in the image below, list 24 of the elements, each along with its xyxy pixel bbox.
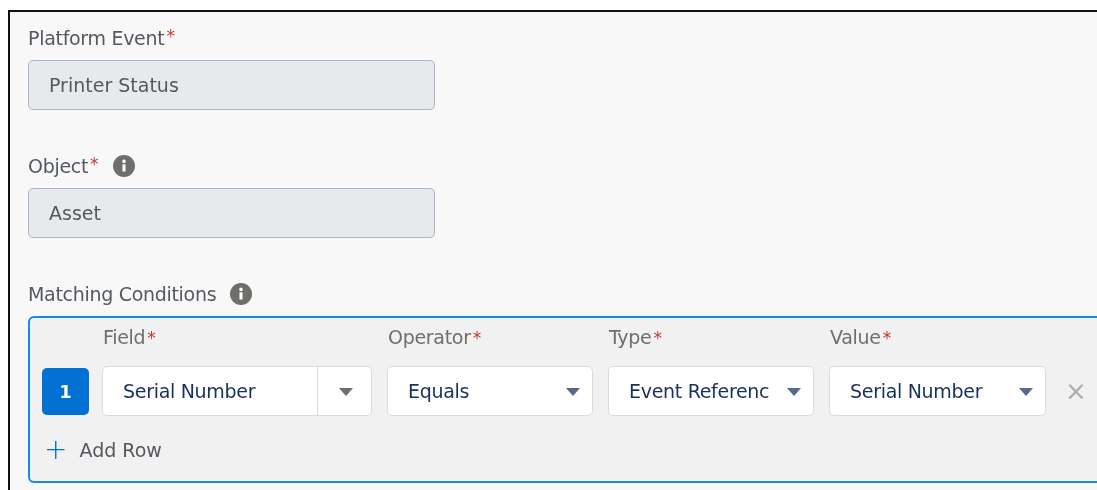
column-label: Field <box>103 326 146 350</box>
row-number: 1 <box>42 367 89 415</box>
required-mark: * <box>653 328 662 348</box>
caret-icon <box>787 388 801 396</box>
field-label: Object <box>28 155 89 177</box>
section-label: Matching Conditions <box>28 283 217 305</box>
column-label: Operator <box>388 326 471 350</box>
required-mark: * <box>166 26 175 46</box>
caret-icon <box>339 388 353 396</box>
picklist[interactable]: Event Referenc <box>608 366 814 416</box>
lookup-field[interactable]: Serial Number <box>102 366 372 416</box>
field-label: Platform Event <box>28 27 165 49</box>
required-mark: * <box>147 328 156 348</box>
column-label: Value <box>830 326 881 350</box>
column-label: Type <box>609 326 652 350</box>
required-mark: * <box>472 328 482 348</box>
caret-icon <box>566 388 580 396</box>
add-row-button[interactable]: + Add Row <box>42 436 162 464</box>
required-mark: * <box>882 328 892 348</box>
caret-icon <box>1019 388 1033 396</box>
info-icon[interactable] <box>230 283 253 305</box>
required-mark: * <box>90 154 99 174</box>
picklist[interactable]: Equals <box>387 366 593 416</box>
picklist[interactable]: Serial Number <box>829 366 1046 416</box>
